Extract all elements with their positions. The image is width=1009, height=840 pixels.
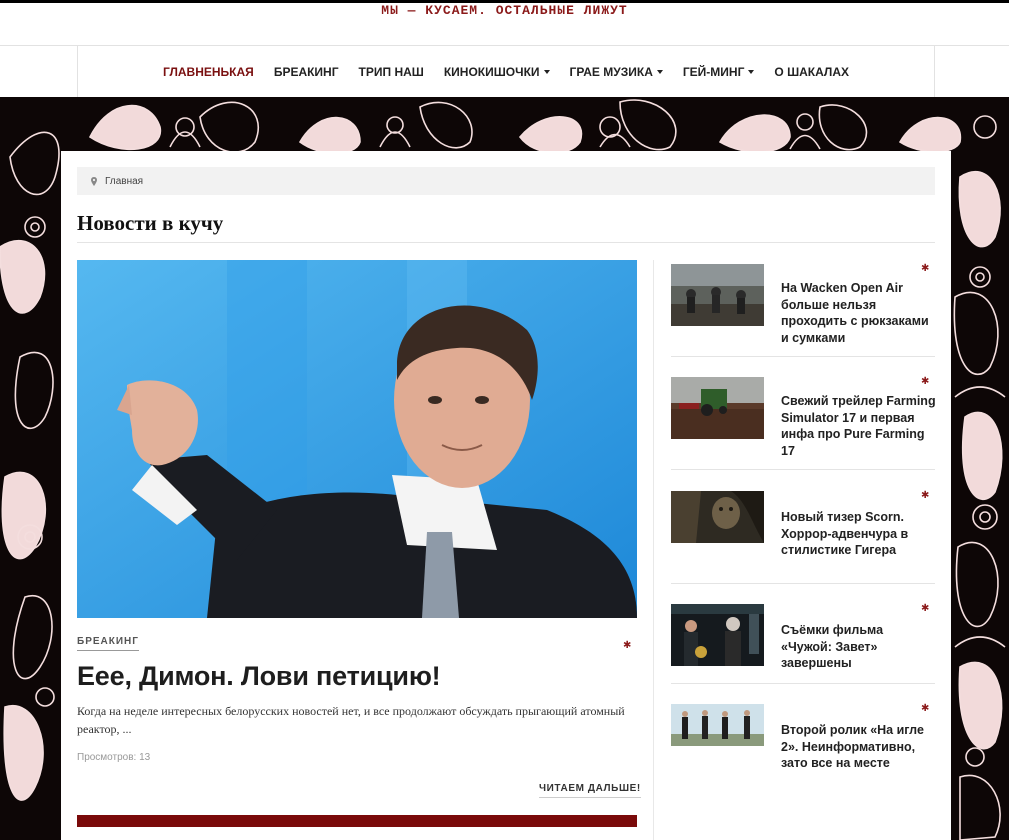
sidebar-post[interactable]: ✱ Второй ролик «На игле 2». Неинформатив… [671,704,935,804]
nav-item-gaming[interactable]: ГЕЙ-МИНГ [673,65,765,79]
next-post-bar [77,815,637,827]
gear-icon: ✱ [921,263,930,274]
sidebar-separator [671,583,935,584]
nav-item-label: ГРАЕ МУЗИКА [569,64,653,79]
breadcrumb-home-link[interactable]: Главная [105,176,143,187]
featured-post-excerpt: Когда на неделе интересных белорусских н… [77,704,625,736]
featured-post-image[interactable] [77,260,637,618]
thumbnail-image [671,264,764,326]
caret-down-icon [748,69,755,74]
sidebar-post[interactable]: ✱ Свежий трейлер Farming Simulator 17 и … [671,376,937,477]
thumbnail-image [671,377,764,439]
site-tagline: МЫ — КУСАЕМ. ОСТАЛЬНЫЕ ЛИЖУТ [381,3,628,18]
sidebar-post[interactable]: ✱ Съёмки фильма «Чужой: Завет» завершены [671,604,935,704]
breadcrumb: Главная [77,167,935,195]
sidebar-post-title[interactable]: На Wacken Open Air больше нельзя проходи… [781,280,937,346]
featured-post-views: Просмотров: 13 [77,752,151,763]
gear-icon: ✱ [921,376,930,387]
post-thumbnail[interactable] [671,604,764,666]
thumbnail-image [671,604,764,666]
page-title: Новости в кучу [77,211,935,243]
caret-down-icon [656,69,663,74]
nav-item-label: ГЕЙ-МИНГ [682,64,745,79]
sidebar-post-title[interactable]: Свежий трейлер Farming Simulator 17 и пе… [781,393,937,459]
column-divider [653,260,654,840]
nav-item-label: КИНОКИШОЧКИ [443,64,540,79]
post-thumbnail[interactable] [671,264,764,326]
thumbnail-image [671,491,764,543]
sidebar-post[interactable]: ✱ Новый тизер Scorn. Хоррор-адвенчура в … [671,491,935,591]
nav-item-label: ТРИП НАШ [358,64,424,79]
nav-item-breaking[interactable]: БРЕАКИНГ [264,65,349,79]
content-card: Главная Новости в кучу БРЕАКИНГ ✱ Еее, Д… [61,151,951,840]
featured-post-title[interactable]: Еее, Димон. Лови петицию! [77,661,637,692]
sidebar-separator [671,356,935,357]
nav-item-home[interactable]: ГЛАВНЕНЬКАЯ [153,65,264,79]
sidebar-post-title[interactable]: Второй ролик «На игле 2». Неинформативно… [781,722,937,772]
nav-item-label: ГЛАВНЕНЬКАЯ [162,64,254,79]
sidebar-separator [671,683,935,684]
read-more-link[interactable]: ЧИТАЕМ ДАЛЬШЕ! [539,783,641,798]
main-navigation: ГЛАВНЕНЬКАЯ БРЕАКИНГ ТРИП НАШ КИНОКИШОЧК… [0,45,1009,97]
nav-item-label: БРЕАКИНГ [273,64,339,79]
nav-item-about[interactable]: О ШАКАЛАХ [764,65,859,79]
sidebar-post-title[interactable]: Новый тизер Scorn. Хоррор-адвенчура в ст… [781,509,937,559]
sidebar-post[interactable]: ✱ На Wacken Open Air больше нельзя прохо… [671,264,935,364]
post-thumbnail[interactable] [671,491,764,553]
gear-icon: ✱ [921,490,930,501]
gear-icon: ✱ [921,603,930,614]
nav-item-movies[interactable]: КИНОКИШОЧКИ [434,65,560,79]
featured-photo [77,260,637,618]
nav-inner: ГЛАВНЕНЬКАЯ БРЕАКИНГ ТРИП НАШ КИНОКИШОЧК… [77,46,935,97]
featured-post-category[interactable]: БРЕАКИНГ [77,636,139,651]
caret-down-icon [543,69,550,74]
gear-icon: ✱ [623,640,632,651]
gear-icon: ✱ [921,703,930,714]
nav-item-music[interactable]: ГРАЕ МУЗИКА [560,65,673,79]
sidebar-post-title[interactable]: Съёмки фильма «Чужой: Завет» завершены [781,622,937,672]
map-pin-icon [91,176,97,186]
post-thumbnail[interactable] [671,377,764,439]
thumbnail-image [671,704,764,746]
post-thumbnail[interactable] [671,704,764,746]
nav-item-label: О ШАКАЛАХ [774,64,850,79]
sidebar-separator [671,469,935,470]
nav-item-trip[interactable]: ТРИП НАШ [349,65,434,79]
